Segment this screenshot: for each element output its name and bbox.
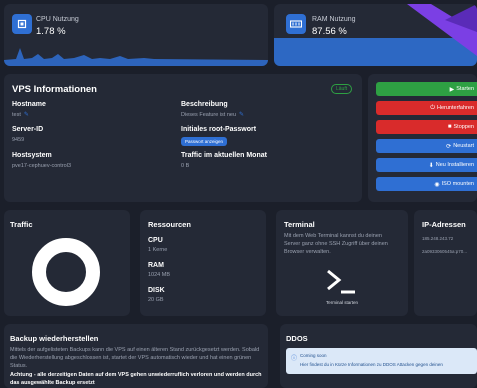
host-system-label: Hostsystem	[12, 152, 52, 159]
cpu-usage-sparkline	[4, 48, 268, 66]
ddos-alert: ⓘ Coming soon Hier findest du in Kürze I…	[286, 348, 477, 374]
server-id-label: Server-ID	[12, 126, 44, 133]
hostname-label: Hostname	[12, 101, 46, 108]
server-id-value: 9459	[12, 137, 25, 143]
backup-title: Backup wiederherstellen	[10, 334, 99, 343]
vps-info-card: VPS Informationen Läuft Hostname test ✎ …	[4, 74, 362, 202]
ddos-card: DDOS ⓘ Coming soon Hier findest du in Kü…	[280, 324, 477, 388]
action-button-neustart[interactable]: ⟳ Neustart	[376, 139, 477, 153]
action-button-herunterfahren[interactable]: ⏻ Herunterfahren	[376, 101, 477, 115]
resources-disk-value: 20 GB	[148, 297, 164, 303]
terminal-description: Mit dem Web Terminal kannst du deinen Se…	[284, 233, 388, 255]
ipv6-value: 2a0933060545a:p70...	[422, 249, 468, 254]
resources-title: Ressourcen	[148, 220, 191, 229]
info-icon: ⓘ	[291, 356, 298, 362]
terminal-card: Terminal Mit dem Web Terminal kannst du …	[276, 210, 408, 316]
status-badge: Läuft	[331, 84, 353, 94]
ip-title: IP-Adressen	[422, 220, 466, 229]
action-button-stoppen[interactable]: ■ Stoppen	[376, 120, 477, 134]
action-button-iso-mounten[interactable]: ◉ ISO mounten	[376, 177, 477, 191]
backup-description: Mittels der aufgelisteten Backups kann d…	[10, 347, 260, 369]
resources-disk-label: DISK	[148, 287, 165, 294]
brand-logo-icon	[407, 4, 477, 56]
hostname-value: test	[12, 111, 21, 118]
resources-ram-label: RAM	[148, 262, 164, 269]
action-icon: ⬇	[428, 162, 434, 169]
backup-warning: Achtung - alle derzeitigen Daten auf dem…	[10, 372, 262, 386]
resources-cpu-value: 1 Kerne	[148, 247, 168, 253]
action-icon: ▶	[449, 86, 455, 93]
edit-description-icon[interactable]: ✎	[239, 111, 244, 118]
description-label: Beschreibung	[181, 101, 228, 108]
ram-usage-value: 87.56 %	[312, 26, 347, 37]
action-button-neu-installieren[interactable]: ⬇ Neu Installieren	[376, 158, 477, 172]
action-button-starten[interactable]: ▶ Starten	[376, 82, 477, 96]
traffic-donut-chart	[32, 238, 100, 306]
ram-usage-card: RAM Nutzung 87.56 %	[274, 4, 477, 66]
hostname-value-row: test ✎	[12, 111, 29, 119]
resources-card: Ressourcen CPU 1 Kerne RAM 1024 MB DISK …	[140, 210, 266, 316]
action-label: Neu Installieren	[435, 162, 474, 168]
terminal-start-link[interactable]: Terminal starten	[276, 300, 408, 305]
ram-icon	[286, 14, 306, 34]
ddos-alert-text: Hier findest du in Kürze Informationen z…	[300, 362, 443, 367]
ip-card: IP-Adressen 185.248.243.72 2a0933060545a…	[414, 210, 477, 316]
action-label: Starten	[456, 86, 474, 92]
ddos-alert-title: Coming soon	[300, 353, 327, 358]
root-password-label: Initiales root-Passwort	[181, 126, 257, 133]
actions-card: ▶ Starten ⏻ Herunterfahren ■ Stoppen ⟳ Neustart…	[368, 74, 477, 202]
description-value: Dieses Feature ist neu	[181, 111, 237, 118]
vps-info-title: VPS Informationen	[12, 84, 97, 95]
traffic-card: Traffic	[4, 210, 130, 316]
ipv4-value: 185.248.243.72	[422, 236, 454, 241]
action-icon: ⟳	[446, 143, 452, 150]
action-label: Stoppen	[453, 124, 475, 130]
action-label: Herunterfahren	[437, 105, 474, 111]
action-label: Neustart	[453, 143, 474, 149]
description-value-row: Dieses Feature ist neu ✎	[181, 111, 244, 119]
traffic-month-value: 0 B	[181, 163, 190, 169]
action-icon: ■	[447, 124, 452, 130]
ram-usage-label: RAM Nutzung	[312, 16, 356, 23]
action-icon: ⏻	[430, 104, 435, 111]
backup-card: Backup wiederherstellen Mittels der aufg…	[4, 324, 268, 388]
traffic-month-label: Traffic im aktuellen Monat	[181, 152, 267, 159]
ddos-title: DDOS	[286, 334, 308, 343]
action-icon: ◉	[434, 181, 440, 188]
host-system-value: pve17-cephuev-control3	[12, 163, 72, 169]
resources-cpu-label: CPU	[148, 237, 163, 244]
cpu-usage-card: CPU Nutzung 1.78 %	[4, 4, 268, 66]
resources-ram-value: 1024 MB	[148, 272, 171, 278]
show-password-button[interactable]: Passwort anzeigen	[181, 137, 228, 146]
terminal-title: Terminal	[284, 220, 315, 229]
action-label: ISO mounten	[441, 181, 474, 187]
terminal-icon[interactable]	[324, 266, 360, 296]
edit-hostname-icon[interactable]: ✎	[24, 111, 29, 118]
